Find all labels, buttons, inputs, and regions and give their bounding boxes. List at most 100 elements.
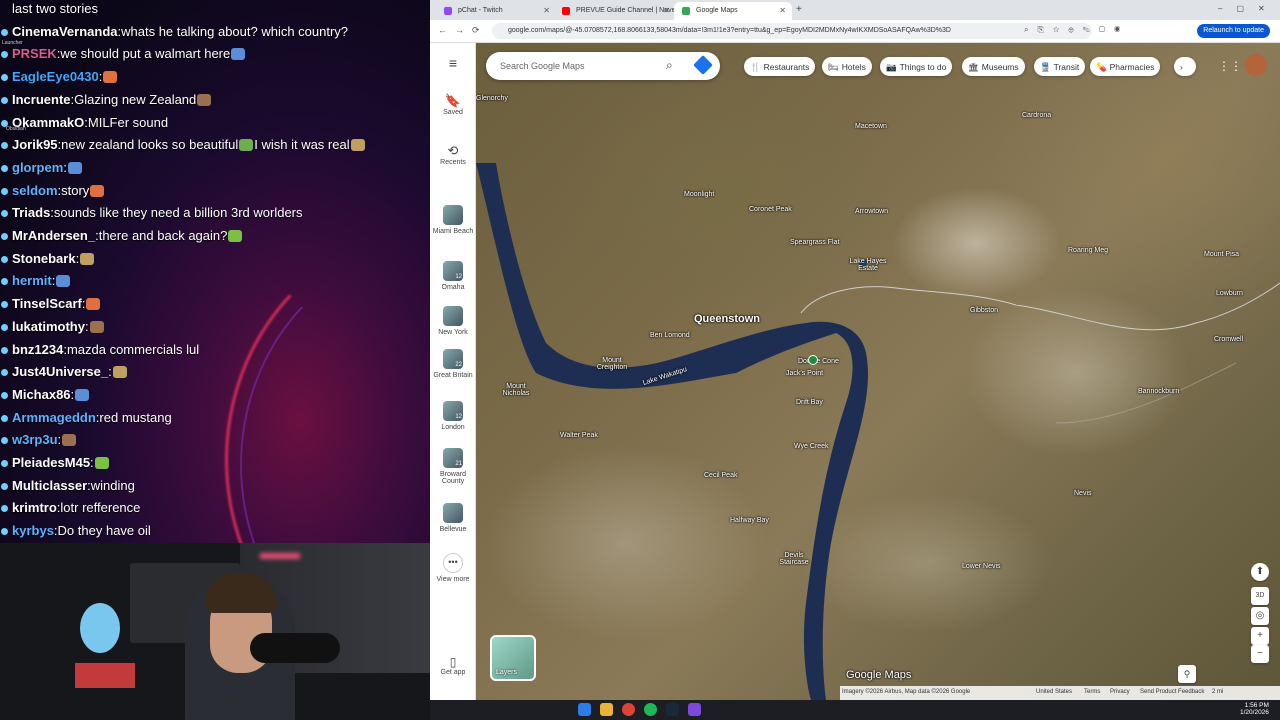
recent-place[interactable]: 12 London	[430, 401, 476, 431]
chip-hotels[interactable]: 🛏 Hotels	[822, 57, 872, 76]
obsidian-icon[interactable]	[688, 703, 701, 716]
place-badge: 12	[455, 274, 462, 280]
pegman-icon[interactable]: ⚲	[1178, 665, 1196, 683]
label-wye-creek: Wye Creek	[794, 443, 829, 450]
chat-message: Michax86:	[1, 387, 90, 402]
recents-button[interactable]: ⟲ Recents	[430, 143, 476, 166]
chat-username[interactable]: TinselScarf	[12, 296, 82, 311]
apps-grid-icon[interactable]: ⋮⋮	[1218, 59, 1242, 73]
compass-icon[interactable]: ⬆	[1251, 563, 1269, 581]
place-thumbnail	[443, 503, 463, 523]
3d-toggle[interactable]: 3D	[1251, 587, 1269, 605]
chip-things-to-do[interactable]: 📷 Things to do	[880, 57, 953, 76]
chat-username[interactable]: MrAndersen_	[12, 228, 95, 243]
saved-button[interactable]: 🔖 Saved	[430, 93, 476, 116]
zoom-in-button[interactable]: +	[1251, 627, 1269, 645]
nav-arrows[interactable]: ←→⟳	[438, 25, 488, 36]
chat-separator: :	[108, 364, 112, 380]
close-icon[interactable]: ✕	[543, 6, 550, 15]
recent-place[interactable]: Bellevue	[430, 503, 476, 533]
emote-icon	[90, 184, 105, 197]
scale-bar[interactable]: 2 mi	[1212, 689, 1223, 695]
chat-message: Stonebark:	[1, 251, 95, 266]
chrome-icon[interactable]	[622, 703, 635, 716]
chip-pharmacies[interactable]: 💊 Pharmacies	[1090, 57, 1161, 76]
chat-username[interactable]: Incruente	[12, 92, 71, 107]
recent-place[interactable]: 21 Broward County	[430, 448, 476, 485]
chat-username[interactable]: Michax86	[12, 387, 71, 402]
place-thumbnail: 21	[443, 448, 463, 468]
spotify-icon[interactable]	[644, 703, 657, 716]
chat-username[interactable]: EagleEye0430	[12, 69, 99, 84]
layers-button[interactable]: Layers	[490, 635, 536, 681]
chips-next-button[interactable]: ›	[1174, 57, 1196, 76]
chat-username[interactable]: bnz1234	[12, 342, 63, 357]
recent-place[interactable]: New York	[430, 306, 476, 336]
search-box[interactable]: Search Google Maps ⌕	[486, 52, 720, 80]
zoom-out-button[interactable]: −	[1251, 645, 1269, 663]
chat-username[interactable]: hermit	[12, 273, 52, 288]
avatar[interactable]	[1245, 54, 1267, 76]
chat-username[interactable]: glorpem	[12, 160, 63, 175]
relaunch-button[interactable]: Relaunch to update	[1197, 24, 1270, 38]
directions-icon[interactable]	[693, 55, 713, 75]
search-icon[interactable]: ⌕	[666, 58, 673, 73]
tab-prevue[interactable]: PREVUE Guide Channel | Novem... ✕	[554, 2, 687, 20]
chat-username[interactable]: kyrbys	[12, 523, 54, 538]
map-pin-icon[interactable]	[808, 355, 818, 365]
chat-username[interactable]: PRSEK	[12, 46, 57, 61]
neon-light	[260, 553, 300, 559]
maps-icon	[682, 7, 690, 15]
tab-google-maps[interactable]: Google Maps ✕	[674, 2, 792, 20]
my-location-icon[interactable]: ◎	[1251, 607, 1269, 625]
place-thumbnail	[443, 205, 463, 225]
chat-username[interactable]: w3rp3u	[12, 432, 58, 447]
view-more-button[interactable]: ••• View more	[430, 553, 476, 583]
chat-username[interactable]: CinemaVernanda	[12, 24, 118, 39]
chip-transit[interactable]: 🚆 Transit	[1034, 57, 1086, 76]
chat-message: w3rp3u:	[1, 432, 77, 447]
chat-username[interactable]: Multiclasser	[12, 478, 87, 493]
new-tab-button[interactable]: +	[796, 4, 802, 15]
chat-username[interactable]: Armmageddn	[12, 410, 96, 425]
tab-twitch-chat[interactable]: pChat - Twitch ✕	[436, 2, 556, 20]
label-gibbston: Gibbston	[970, 307, 999, 314]
privacy-link[interactable]: Privacy	[1110, 689, 1130, 695]
label-queenstown: Queenstown	[694, 313, 761, 325]
recent-place[interactable]: 12 Omaha	[430, 261, 476, 291]
browser-window: pChat - Twitch ✕ PREVUE Guide Channel | N…	[430, 0, 1280, 700]
chat-username[interactable]: Stonebark	[12, 251, 76, 266]
steam-icon[interactable]	[666, 703, 679, 716]
menu-icon[interactable]: ≡	[430, 55, 476, 71]
window-controls[interactable]: –▢✕	[1218, 4, 1279, 13]
chat-username[interactable]: seldom	[12, 183, 58, 198]
chat-username[interactable]: krimtro	[12, 500, 57, 515]
explorer-icon[interactable]	[600, 703, 613, 716]
chat-username[interactable]: lukatimothy	[12, 319, 85, 334]
extension-icons[interactable]: ⌕⎘☆⊕✎▢◉	[1024, 25, 1129, 35]
feedback-link[interactable]: Send Product Feedback	[1140, 689, 1204, 695]
close-icon[interactable]: ✕	[663, 6, 670, 15]
terms-link[interactable]: Terms	[1084, 689, 1100, 695]
chip-museums[interactable]: 🏛 Museums	[962, 57, 1025, 76]
chip-restaurants[interactable]: 🍴 Restaurants	[744, 57, 816, 76]
chat-username[interactable]: Just4Universe_	[12, 364, 108, 379]
place-thumbnail: 12	[443, 401, 463, 421]
chat-text: whats he talking about? which country?	[121, 23, 349, 39]
url-field[interactable]: google.com/maps/@-45.0708572,168.8066133…	[492, 23, 1092, 39]
label-arrowtown: Arrowtown	[855, 208, 889, 215]
satellite-map[interactable]: Queenstown Macetown Arrowtown Moonlight …	[476, 43, 1280, 700]
chat-separator: :	[51, 273, 56, 289]
close-icon[interactable]: ✕	[779, 6, 786, 15]
start-icon[interactable]	[578, 703, 591, 716]
get-app-button[interactable]: ▯ Get app	[430, 655, 476, 676]
chat-message: PleiadesM45:	[1, 455, 110, 470]
chat-username[interactable]: Triads	[12, 205, 50, 220]
recent-place[interactable]: Miami Beach	[430, 205, 476, 235]
chat-username[interactable]: Jorik95	[12, 137, 58, 152]
recent-place[interactable]: 22 Great Britain	[430, 349, 476, 379]
region-link[interactable]: United States	[1036, 689, 1072, 695]
search-input[interactable]: Search Google Maps	[500, 61, 585, 71]
chat-message: CinemaVernanda:whats he talking about? w…	[1, 23, 349, 39]
chat-username[interactable]: PleiadesM45	[12, 455, 90, 470]
